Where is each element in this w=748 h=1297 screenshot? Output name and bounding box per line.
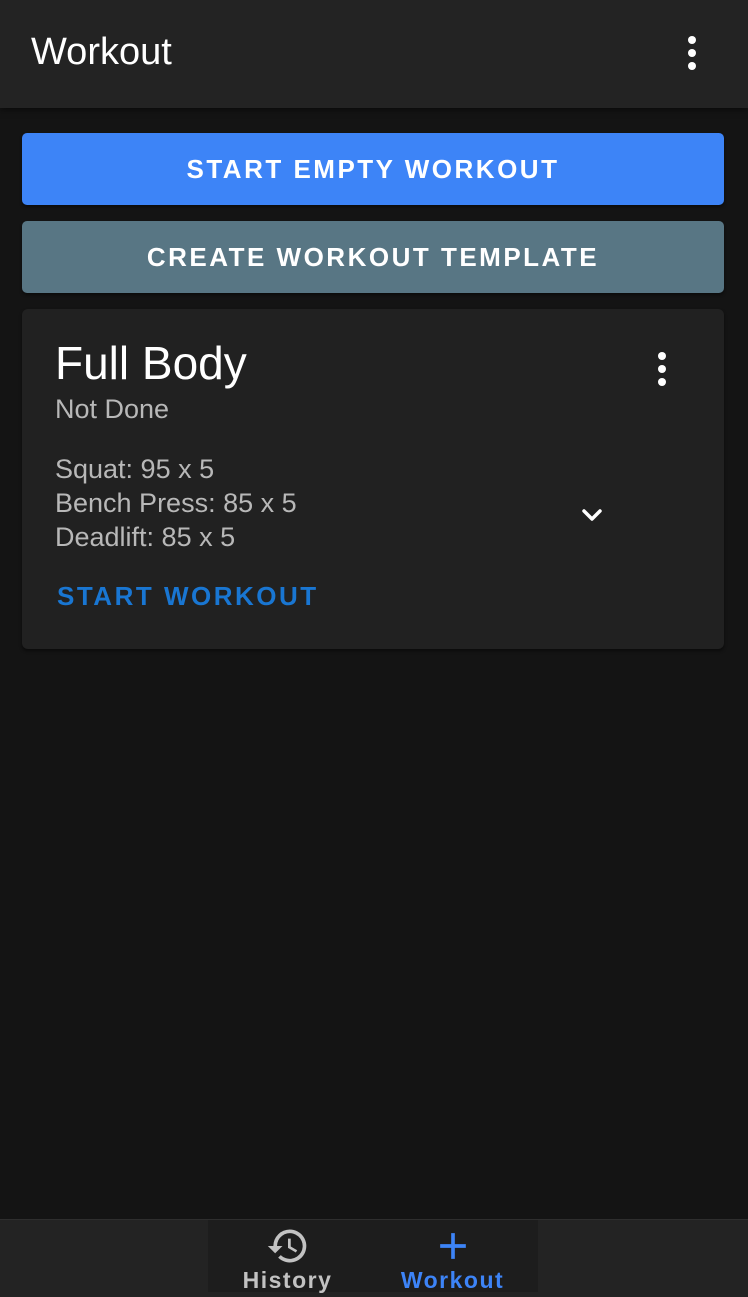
nav-item-workout[interactable]: Workout (370, 1220, 535, 1297)
chevron-down-icon[interactable] (576, 499, 608, 531)
template-more-vertical-icon[interactable] (642, 345, 682, 393)
plus-icon (440, 1233, 466, 1259)
start-empty-workout-button[interactable]: START EMPTY WORKOUT (22, 133, 724, 205)
more-vertical-icon[interactable] (672, 29, 712, 77)
start-workout-button[interactable]: START WORKOUT (57, 580, 319, 612)
template-status: Not Done (55, 394, 170, 424)
app-screen: Workout START EMPTY WORKOUT CREATE WORKO… (0, 0, 748, 1297)
page-title: Workout (31, 31, 172, 73)
template-title: Full Body (55, 337, 247, 389)
list-item: Deadlift: 85 x 5 (55, 522, 236, 552)
nav-item-label: History (242, 1267, 333, 1293)
bottom-navigation: History Workout (0, 1219, 748, 1297)
nav-item-history[interactable]: History (205, 1220, 370, 1297)
list-item: Bench Press: 85 x 5 (55, 488, 297, 518)
workout-template-card: Full Body Not Done Squat: 95 x 5 Bench P… (22, 309, 724, 649)
list-item: Squat: 95 x 5 (55, 454, 215, 484)
create-workout-template-button[interactable]: CREATE WORKOUT TEMPLATE (22, 221, 724, 293)
history-icon (267, 1229, 307, 1263)
app-bar: Workout (0, 0, 748, 108)
exercise-list: Squat: 95 x 5 Bench Press: 85 x 5 Deadli… (55, 452, 297, 554)
nav-item-label: Workout (400, 1267, 505, 1293)
